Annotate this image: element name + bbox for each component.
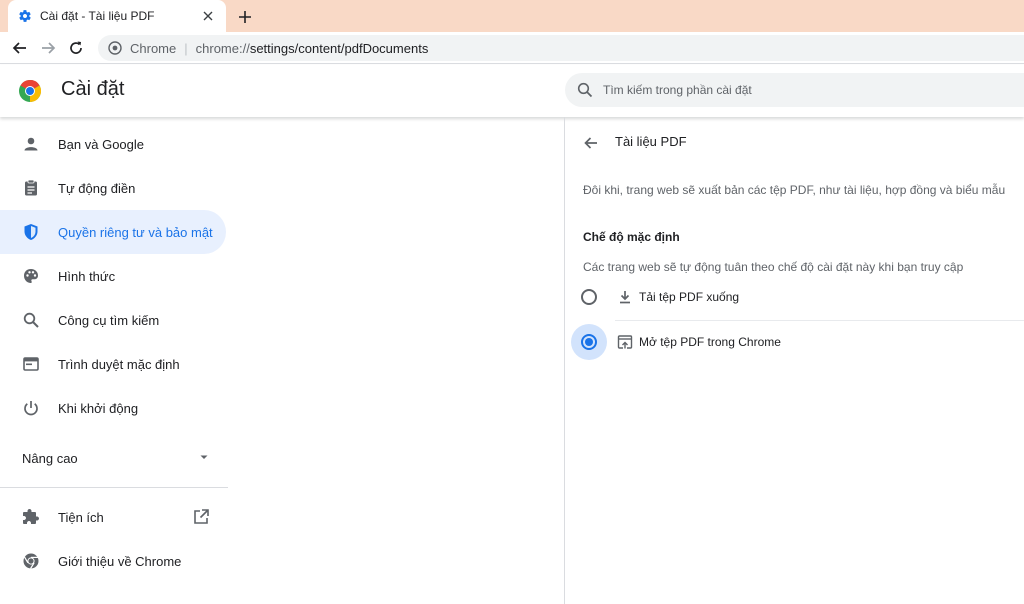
subpage-title: Tài liệu PDF — [615, 134, 687, 149]
sidebar-item-default-browser[interactable]: Trình duyệt mặc định — [0, 342, 226, 386]
sidebar-item-label: Giới thiệu về Chrome — [58, 553, 182, 569]
option-label: Mở tệp PDF trong Chrome — [639, 335, 781, 349]
page-title: Cài đặt — [61, 78, 125, 100]
search-icon — [22, 311, 40, 329]
section-description: Các trang web sẽ tự động tuân theo chế đ… — [583, 260, 964, 274]
sidebar-item-search-engine[interactable]: Công cụ tìm kiếm — [0, 298, 226, 342]
option-open-in-chrome[interactable]: Mở tệp PDF trong Chrome — [565, 320, 1024, 364]
sidebar-advanced[interactable]: Nâng cao — [0, 436, 226, 480]
open-in-browser-icon — [617, 334, 633, 350]
settings-search[interactable] — [565, 73, 1024, 107]
search-input[interactable] — [603, 83, 1003, 97]
sidebar-item-label: Quyền riêng tư và bảo mật — [58, 224, 213, 240]
back-button[interactable] — [6, 34, 34, 62]
main-panel: Tài liệu PDF Đôi khi, trang web sẽ xuất … — [565, 117, 1024, 604]
chevron-down-icon — [198, 451, 210, 466]
power-icon — [22, 399, 40, 417]
sidebar: Bạn và Google Tự động điền Quyền riêng t… — [0, 121, 228, 604]
puzzle-icon — [22, 508, 40, 526]
clipboard-icon — [22, 179, 40, 197]
sidebar-item-label: Tự động điền — [58, 180, 136, 196]
sidebar-item-privacy[interactable]: Quyền riêng tư và bảo mật — [0, 210, 226, 254]
sidebar-divider — [0, 487, 228, 488]
sidebar-item-label: Công cụ tìm kiếm — [58, 312, 160, 328]
sidebar-item-label: Bạn và Google — [58, 136, 145, 152]
sidebar-item-label: Khi khởi động — [58, 400, 139, 416]
sidebar-item-about-chrome[interactable]: Giới thiệu về Chrome — [0, 539, 226, 583]
sidebar-advanced-label: Nâng cao — [22, 450, 78, 466]
gear-icon — [18, 9, 32, 23]
tab-strip: Cài đặt - Tài liệu PDF — [0, 0, 1024, 32]
new-tab-button[interactable] — [234, 6, 256, 28]
settings-header: Cài đặt — [0, 65, 1024, 117]
palette-icon — [22, 267, 40, 285]
option-download-pdf[interactable]: Tải tệp PDF xuống — [565, 275, 1024, 319]
page-description: Đôi khi, trang web sẽ xuất bản các tệp P… — [583, 183, 1006, 197]
sidebar-item-on-startup[interactable]: Khi khởi động — [0, 386, 226, 430]
reload-button[interactable] — [62, 34, 90, 62]
sidebar-item-appearance[interactable]: Hình thức — [0, 254, 226, 298]
tab-title: Cài đặt - Tài liệu PDF — [40, 9, 155, 23]
section-title: Chế độ mặc định — [583, 230, 680, 244]
close-icon[interactable] — [200, 8, 216, 24]
sidebar-item-label: Hình thức — [58, 268, 116, 284]
person-icon — [22, 135, 40, 153]
back-arrow-icon[interactable] — [581, 133, 601, 153]
browser-icon — [22, 355, 40, 373]
omnibox-separator: | — [184, 40, 188, 56]
search-icon — [577, 82, 593, 98]
radio-button[interactable] — [581, 289, 597, 305]
chrome-logo-icon — [19, 79, 42, 102]
download-icon — [617, 289, 633, 305]
sidebar-item-autofill[interactable]: Tự động điền — [0, 166, 226, 210]
sidebar-item-label: Trình duyệt mặc định — [58, 356, 180, 372]
site-chip: Chrome — [130, 40, 177, 56]
forward-button[interactable] — [34, 34, 62, 62]
sidebar-item-extensions[interactable]: Tiện ích — [0, 495, 226, 539]
sidebar-item-label: Tiện ích — [58, 509, 104, 525]
url-scheme: chrome:// — [195, 40, 250, 56]
chrome-icon — [22, 552, 40, 570]
tab-settings-pdf[interactable]: Cài đặt - Tài liệu PDF — [8, 0, 226, 32]
url-path: settings/content/pdfDocuments — [249, 40, 429, 56]
option-label: Tải tệp PDF xuống — [639, 290, 740, 304]
shield-icon — [22, 223, 40, 241]
chrome-icon — [108, 41, 122, 55]
external-link-icon — [192, 508, 210, 526]
address-bar[interactable]: Chrome | chrome://settings/content/pdfDo… — [98, 35, 1024, 61]
sidebar-item-you-and-google[interactable]: Bạn và Google — [0, 122, 226, 166]
toolbar: Chrome | chrome://settings/content/pdfDo… — [0, 32, 1024, 64]
radio-button-selected[interactable] — [581, 334, 597, 350]
